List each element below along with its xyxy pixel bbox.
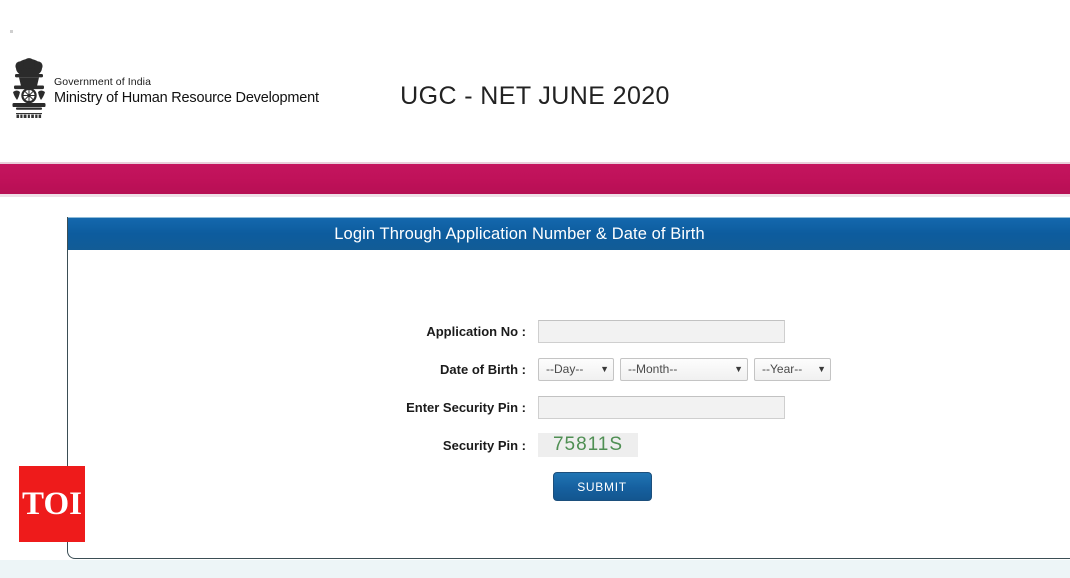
form-row-security-pin: Security Pin : 75811S — [68, 426, 1070, 464]
submit-row: SUBMIT — [68, 472, 1070, 501]
enter-security-pin-field-wrap — [538, 395, 1070, 419]
dob-day-value: --Day-- — [546, 362, 584, 376]
band-bottom-hairline — [0, 194, 1070, 197]
login-panel-body: Application No : Date of Birth : --Day--… — [68, 250, 1070, 558]
toi-watermark-logo: TOI — [19, 466, 85, 542]
captcha-image: 75811S — [538, 433, 638, 457]
login-panel-header: Login Through Application Number & Date … — [68, 217, 1070, 250]
submit-button[interactable]: SUBMIT — [552, 472, 652, 501]
dob-day-select[interactable]: --Day-- ▼ — [538, 357, 614, 381]
date-of-birth-label: Date of Birth : — [440, 361, 526, 377]
crimson-navigation-band — [0, 162, 1070, 200]
page-title: UGC - NET JUNE 2020 — [400, 82, 670, 110]
application-no-label: Application No : — [426, 323, 526, 339]
band-fill — [0, 164, 1070, 194]
stray-mark — [10, 30, 13, 33]
chevron-down-icon: ▼ — [817, 363, 826, 374]
application-no-input[interactable] — [538, 319, 785, 343]
toi-logo-text: TOI — [22, 485, 82, 522]
login-panel: Login Through Application Number & Date … — [67, 217, 1070, 559]
page-bottom-strip — [0, 560, 1070, 578]
login-panel-title: Login Through Application Number & Date … — [334, 224, 705, 243]
form-row-enter-security-pin: Enter Security Pin : — [68, 388, 1070, 426]
chevron-down-icon: ▼ — [734, 363, 743, 374]
security-pin-field-wrap: 75811S — [538, 433, 1070, 457]
chevron-down-icon: ▼ — [600, 363, 609, 374]
security-pin-label: Security Pin : — [442, 437, 526, 453]
captcha-text: 75811S — [552, 434, 624, 455]
login-form: Application No : Date of Birth : --Day--… — [68, 312, 1070, 464]
dob-year-value: --Year-- — [762, 362, 803, 376]
enter-security-pin-label: Enter Security Pin : — [406, 399, 526, 415]
dob-year-select[interactable]: --Year-- ▼ — [754, 357, 831, 381]
application-no-field-wrap — [538, 319, 1070, 343]
enter-security-pin-input[interactable] — [538, 395, 785, 419]
form-row-application-no: Application No : — [68, 312, 1070, 350]
date-of-birth-field-wrap: --Day-- ▼ --Month-- ▼ --Year-- ▼ — [538, 357, 1070, 381]
form-row-date-of-birth: Date of Birth : --Day-- ▼ --Month-- ▼ --… — [68, 350, 1070, 388]
dob-month-value: --Month-- — [628, 362, 678, 376]
page-header: Government of India Ministry of Human Re… — [0, 0, 1070, 162]
dob-month-select[interactable]: --Month-- ▼ — [620, 357, 748, 381]
